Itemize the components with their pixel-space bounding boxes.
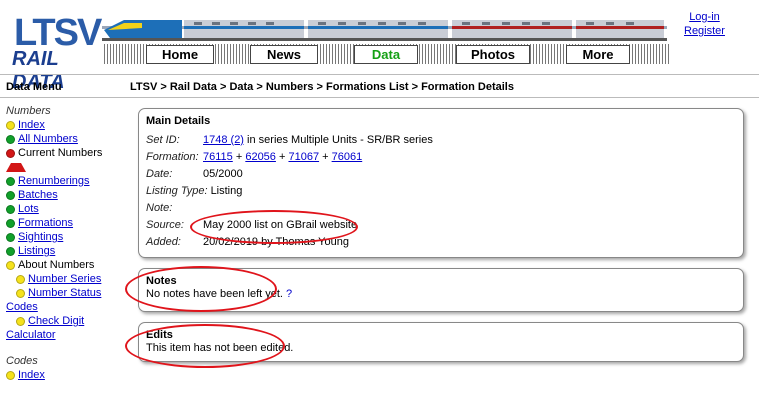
edits-annotation-circle (125, 324, 285, 368)
green-dot-icon (6, 218, 15, 228)
green-dot-icon (6, 176, 15, 186)
sidebar-item-number-series[interactable]: Number Series (6, 272, 110, 286)
sidebar-item-check-digit[interactable]: Check Digit (6, 314, 110, 328)
green-dot-icon (6, 246, 15, 256)
sidebar-item-label[interactable]: Batches (18, 188, 58, 202)
sidebar-item-label[interactable]: All Numbers (18, 132, 78, 146)
set-id-series: in series Multiple Units - SR/BR series (243, 133, 433, 146)
breadcrumb: LTSV > Rail Data > Data > Numbers > Form… (130, 81, 514, 93)
main-details-heading: Main Details (146, 115, 211, 127)
nav-more-button[interactable]: More (566, 45, 630, 64)
green-dot-icon (6, 232, 15, 242)
set-id-link[interactable]: 1748 (2) (203, 134, 244, 146)
sidebar-item-listings[interactable]: Listings (6, 244, 110, 258)
sidebar-item-number-status[interactable]: Number Status (6, 286, 110, 300)
nav-data-button[interactable]: Data (354, 45, 418, 64)
sidebar-item-all-numbers[interactable]: All Numbers (6, 132, 110, 146)
auth-links: Log-in Register (684, 10, 725, 38)
sidebar-item-about-numbers: About Numbers (6, 258, 110, 272)
header-divider (0, 74, 759, 75)
date-value: 05/2000 (203, 167, 243, 180)
red-dot-icon (6, 148, 15, 158)
yellow-dot-icon (16, 288, 25, 298)
sidebar-item-sightings[interactable]: Sightings (6, 230, 110, 244)
sidebar-item-label[interactable]: Check Digit (28, 314, 84, 328)
yellow-dot-icon (6, 370, 15, 380)
sidebar-item-batches[interactable]: Batches (6, 188, 110, 202)
main-nav: Home News Data Photos More (104, 44, 670, 64)
train-banner-image (102, 20, 667, 41)
sidebar-item-label[interactable]: Lots (18, 202, 39, 216)
sidebar-item-codes-index[interactable]: Index (6, 368, 110, 382)
notes-annotation-circle (125, 266, 277, 312)
formation-separator: + (232, 150, 246, 163)
green-dot-icon (6, 190, 15, 200)
source-annotation-circle (190, 210, 358, 244)
sidebar-item-calculator[interactable]: Calculator (6, 328, 110, 342)
formation-vehicle-link[interactable]: 76061 (332, 151, 363, 163)
listing-type-label: Listing Type: (146, 184, 208, 197)
nav-news-button[interactable]: News (250, 45, 318, 64)
set-id-row: Set ID: 1748 (2) in series Multiple Unit… (146, 131, 736, 148)
login-link[interactable]: Log-in (684, 10, 725, 24)
sidebar-item-label[interactable]: Listings (18, 244, 55, 258)
sidebar-item-formations[interactable]: Formations (6, 216, 110, 230)
sidebar-section-codes: Codes (6, 355, 38, 367)
sidebar-item-label: Current Numbers (18, 147, 103, 159)
sidebar-item-label[interactable]: Renumberings (18, 174, 90, 188)
codes-link[interactable]: Codes (6, 300, 38, 314)
sidebar-item-label[interactable]: Number Status (28, 286, 101, 300)
nav-photos-button[interactable]: Photos (456, 45, 530, 64)
sidebar-item-current-numbers: Current Numbers (6, 146, 110, 160)
formation-vehicle-link[interactable]: 76115 (203, 151, 233, 163)
note-label: Note: (146, 201, 173, 214)
sidebar-item-lots[interactable]: Lots (6, 202, 110, 216)
sidebar-item-label[interactable]: Sightings (18, 230, 63, 244)
yellow-dot-icon (6, 120, 15, 130)
data-menu-title: Data Menu (6, 81, 62, 93)
sidebar-item-label: About Numbers (18, 259, 95, 271)
date-row: Date: 05/2000 (146, 165, 736, 182)
added-label: Added: (146, 235, 181, 248)
register-link[interactable]: Register (684, 24, 725, 38)
sidebar-item-label[interactable]: Formations (18, 216, 73, 230)
ltsv-logo[interactable]: LTSV RAIL DATA (6, 12, 106, 93)
sidebar-item-label[interactable]: Index (18, 368, 45, 382)
set-id-label: Set ID: (146, 133, 180, 146)
formation-vehicle-link[interactable]: 62056 (245, 151, 276, 163)
nav-home-button[interactable]: Home (146, 45, 214, 64)
site-header: LTSV RAIL DATA Home News Data Photos Mor… (0, 0, 759, 93)
sidebar-item-label[interactable]: Calculator (6, 328, 56, 342)
subheader-divider (0, 97, 759, 98)
formation-separator: + (275, 150, 289, 163)
sidebar-item-warning (6, 160, 110, 174)
sidebar-item-label[interactable]: Number Series (28, 272, 101, 286)
listing-type-value: Listing (210, 184, 243, 197)
date-label: Date: (146, 167, 173, 180)
yellow-dot-icon (16, 316, 25, 326)
formation-vehicle-link[interactable]: 71067 (288, 151, 319, 163)
yellow-dot-icon (6, 260, 15, 270)
warning-icon (6, 162, 26, 172)
yellow-dot-icon (16, 274, 25, 284)
sidebar-item-index[interactable]: Index (6, 118, 110, 132)
formation-separator: + (319, 150, 332, 163)
sidebar-section-numbers: Numbers (6, 105, 51, 117)
sidebar-item-label[interactable]: Index (18, 118, 45, 132)
formation-label: Formation: (146, 150, 199, 163)
sidebar-item-renumberings[interactable]: Renumberings (6, 174, 110, 188)
green-dot-icon (6, 204, 15, 214)
listing-type-row: Listing Type: Listing (146, 182, 736, 199)
sidebar: Numbers Index All Numbers Current Number… (6, 104, 110, 382)
notes-help-link[interactable]: ? (286, 288, 292, 300)
sidebar-item-codes[interactable]: Codes (6, 300, 110, 314)
green-dot-icon (6, 134, 15, 144)
formation-row: Formation: 76115 + 62056 + 71067 + 76061 (146, 148, 736, 165)
